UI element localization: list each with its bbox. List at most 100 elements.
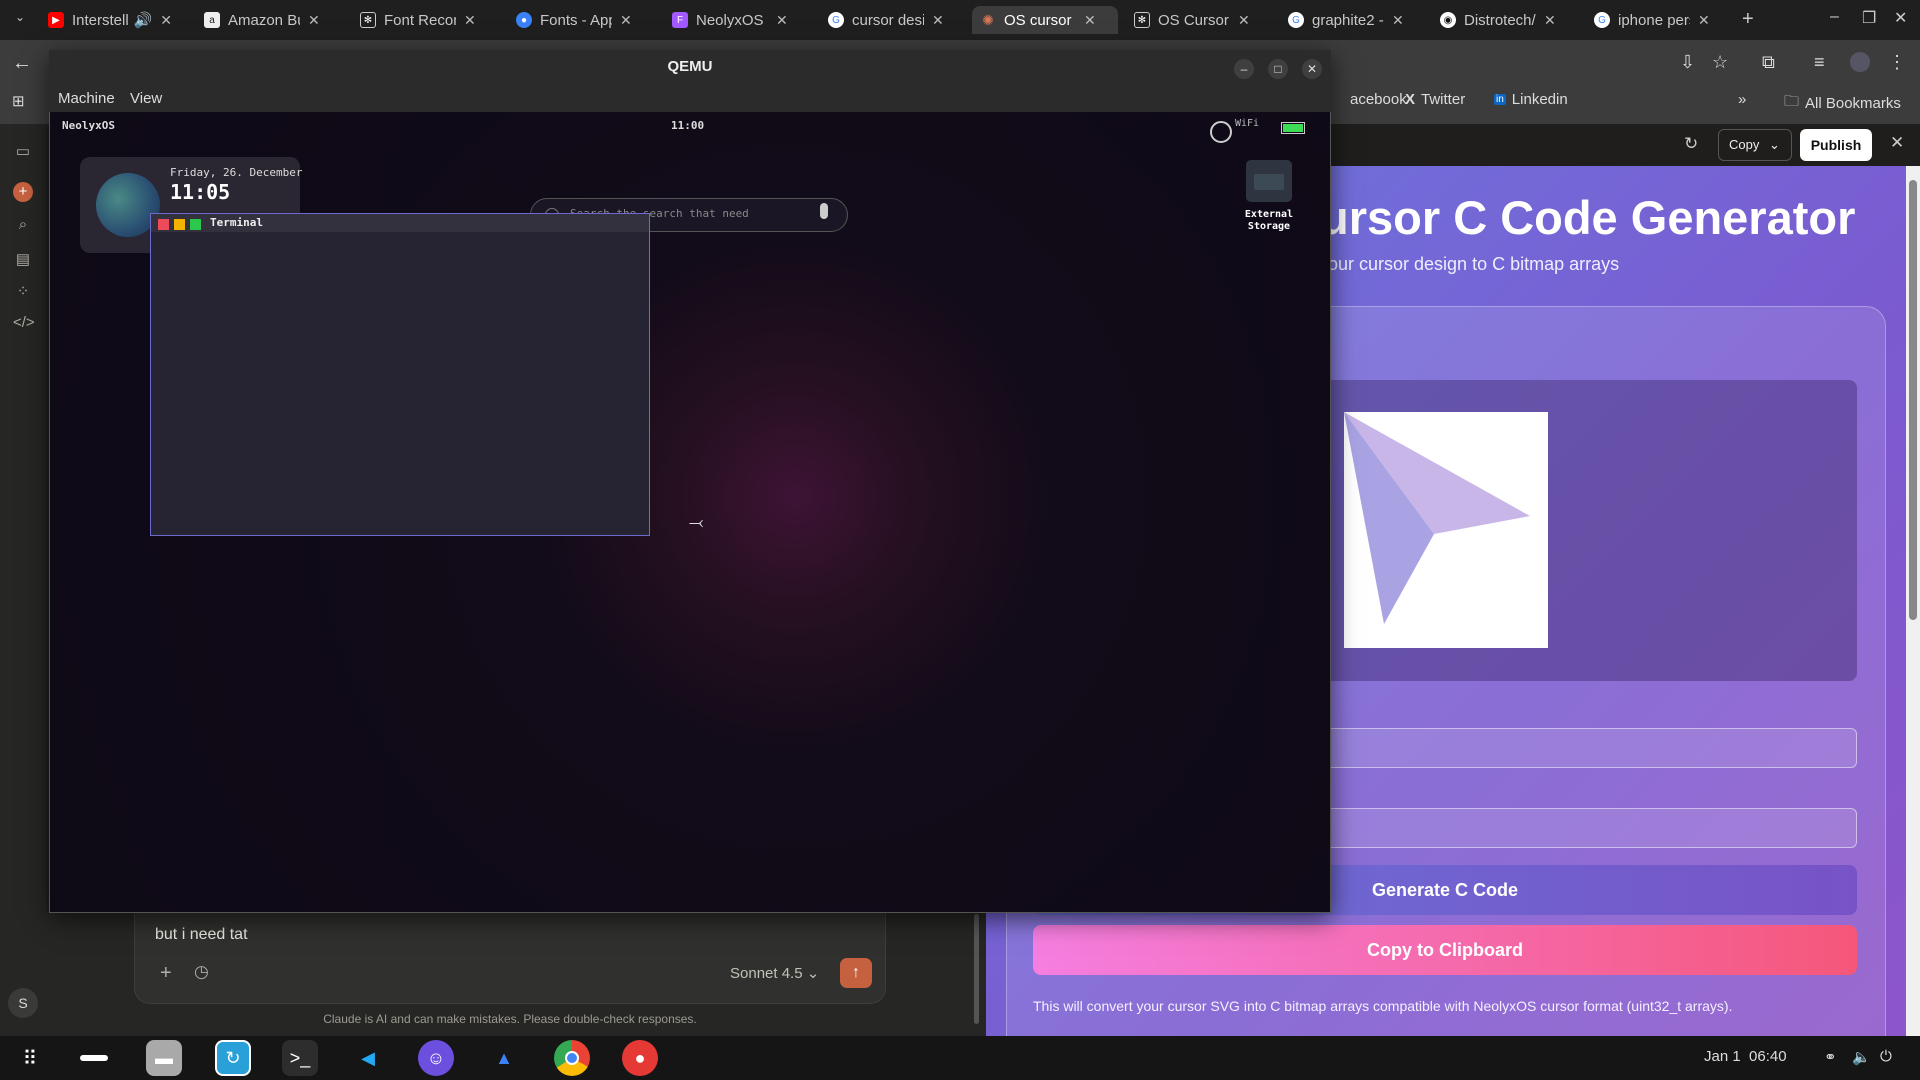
close-browser-icon[interactable]: ✕ xyxy=(1894,8,1907,28)
chrome-app-icon[interactable] xyxy=(554,1040,590,1076)
history-clock-icon[interactable]: ◷ xyxy=(194,962,209,982)
back-arrow-icon[interactable]: ← xyxy=(12,52,32,75)
minimize-browser-icon[interactable]: – xyxy=(1830,8,1839,26)
browser-menu-icon[interactable]: ⋮ xyxy=(1888,52,1906,73)
search-chats-icon[interactable]: ⌕ xyxy=(13,216,33,236)
files-app-icon[interactable]: ▬ xyxy=(146,1040,182,1076)
new-tab-plus-icon[interactable]: + xyxy=(1742,8,1754,31)
user-avatar[interactable]: S xyxy=(8,988,38,1018)
menu-view[interactable]: View xyxy=(130,90,162,107)
close-tab-icon[interactable]: ✕ xyxy=(932,12,944,29)
taskbar-clock[interactable]: Jan 1 06:40 xyxy=(1704,1048,1787,1065)
model-selector[interactable]: Sonnet 4.5 ⌄ xyxy=(730,964,819,982)
tab-interstellar[interactable]: ▶ Interstell 🔊 ✕ xyxy=(40,6,180,34)
restore-browser-icon[interactable]: ❐ xyxy=(1862,8,1876,28)
artifact-scrollbar-thumb[interactable] xyxy=(1909,180,1917,620)
folder-icon: 🗀 xyxy=(1784,93,1800,110)
tab-cursor-design[interactable]: Gcursor desig✕ xyxy=(820,6,960,34)
terminal-window[interactable] xyxy=(150,213,650,536)
tab-list-chevron-icon[interactable]: ⌄ xyxy=(10,10,30,30)
chat-scrollbar[interactable] xyxy=(974,914,979,1024)
cursor-arrow-icon xyxy=(1344,412,1530,624)
terminal-app-icon[interactable]: >_ xyxy=(282,1040,318,1076)
projects-icon[interactable]: ▤ xyxy=(13,250,33,270)
sync-app-icon[interactable]: ↻ xyxy=(215,1040,251,1076)
close-tab-icon[interactable]: ✕ xyxy=(1698,12,1710,29)
tab-os-cursor-design-active[interactable]: ✺OS cursor d✕ xyxy=(972,6,1118,34)
sidebar-toggle-icon[interactable]: ▭ xyxy=(13,142,33,162)
linkedin-icon: in xyxy=(1494,94,1506,105)
vscode-app-icon[interactable]: ◀ xyxy=(350,1040,386,1076)
close-tab-icon[interactable]: ✕ xyxy=(308,12,320,29)
terminal-minimize-icon[interactable] xyxy=(174,219,185,230)
close-artifact-icon[interactable]: ✕ xyxy=(1890,133,1904,153)
publish-button[interactable]: Publish xyxy=(1800,129,1872,161)
qemu-close-icon[interactable]: ✕ xyxy=(1302,59,1322,79)
bookmark-star-icon[interactable]: ☆ xyxy=(1712,52,1728,73)
terminal-maximize-icon[interactable] xyxy=(190,219,201,230)
claude-side-rail: ▭ + ⌕ ▤ ⁘ </> xyxy=(0,124,46,1036)
mouse-pointer-icon: ⤙ xyxy=(689,512,704,532)
bookmark-facebook[interactable]: acebook xyxy=(1350,91,1407,108)
app-launcher-grid-icon[interactable]: ⠿ xyxy=(12,1040,48,1076)
close-tab-icon[interactable]: ✕ xyxy=(1544,12,1556,29)
tab-fonts-apple[interactable]: ●Fonts - Appl✕ xyxy=(508,6,648,34)
tab-os-cursor-svg[interactable]: ✻OS Cursor S✕ xyxy=(1126,6,1266,34)
x-logo-icon: X xyxy=(1405,91,1416,108)
bookmark-linkedin[interactable]: in Linkedin xyxy=(1494,91,1568,108)
tab-font-recommendation[interactable]: ✻Font Recom✕ xyxy=(352,6,492,34)
cursor-preview-canvas xyxy=(1344,412,1548,648)
power-icon[interactable]: ⏻ xyxy=(1880,1048,1892,1065)
tab-neolyxos-figma[interactable]: FNeolyxOS - I✕ xyxy=(664,6,804,34)
menu-machine[interactable]: Machine xyxy=(58,90,115,107)
close-tab-icon[interactable]: ✕ xyxy=(620,12,632,29)
terminal-title: Terminal xyxy=(210,216,263,229)
mute-icon[interactable]: 🔊 xyxy=(134,11,153,29)
qemu-maximize-icon[interactable]: □ xyxy=(1268,59,1288,79)
bookmark-twitter[interactable]: X Twitter xyxy=(1405,91,1465,108)
attach-plus-icon[interactable]: + xyxy=(160,962,172,985)
google-icon: G xyxy=(828,12,844,28)
chevron-down-icon[interactable]: ⌄ xyxy=(1769,130,1780,160)
battery-icon xyxy=(1281,122,1305,134)
arch-app-icon[interactable]: ▲ xyxy=(486,1040,522,1076)
copy-to-clipboard-button[interactable]: Copy to Clipboard xyxy=(1033,925,1857,975)
close-tab-icon[interactable]: ✕ xyxy=(1084,12,1096,29)
ai-disclaimer: Claude is AI and can make mistakes. Plea… xyxy=(323,1012,697,1026)
microphone-icon[interactable] xyxy=(820,203,828,219)
send-arrow-button[interactable]: ↑ xyxy=(840,958,872,988)
os-menubar-clock: 11:00 xyxy=(671,119,705,132)
tab-graphite2[interactable]: Ggraphite2 - ✕ xyxy=(1280,6,1420,34)
artifact-title: ursor C Code Generator xyxy=(1320,191,1856,244)
close-tab-icon[interactable]: ✕ xyxy=(776,12,788,29)
volume-icon[interactable]: 🔈 xyxy=(1852,1048,1871,1066)
install-app-icon[interactable]: ⇩ xyxy=(1680,52,1695,73)
discord-style-app-icon[interactable]: ☺ xyxy=(418,1040,454,1076)
bookmarks-overflow-icon[interactable]: » xyxy=(1738,91,1746,108)
all-bookmarks[interactable]: 🗀 All Bookmarks xyxy=(1784,91,1901,116)
artifacts-grid-icon[interactable]: ⁘ xyxy=(13,282,33,302)
new-chat-plus-icon[interactable]: + xyxy=(13,182,33,202)
close-tab-icon[interactable]: ✕ xyxy=(160,12,172,29)
profile-avatar-icon[interactable] xyxy=(1850,52,1870,72)
refresh-icon[interactable]: ↻ xyxy=(1684,134,1698,154)
extensions-puzzle-icon[interactable]: ⧉ xyxy=(1762,52,1775,73)
close-tab-icon[interactable]: ✕ xyxy=(1392,12,1404,29)
terminal-close-icon[interactable] xyxy=(158,219,169,230)
wifi-icon[interactable] xyxy=(1210,121,1232,143)
close-tab-icon[interactable]: ✕ xyxy=(1238,12,1250,29)
apps-grid-icon[interactable]: ⊞ xyxy=(12,92,25,110)
qemu-window-title: QEMU xyxy=(667,58,713,75)
code-brackets-icon[interactable]: </> xyxy=(13,314,35,334)
qemu-minimize-icon[interactable]: – xyxy=(1234,59,1254,79)
raspberry-app-icon[interactable]: ● xyxy=(622,1040,658,1076)
close-tab-icon[interactable]: ✕ xyxy=(464,12,476,29)
chat-input-text[interactable]: but i need tat xyxy=(155,926,248,944)
workspace-indicator-icon[interactable] xyxy=(72,1040,116,1076)
tab-iphone-personal[interactable]: Giphone pers ✕ xyxy=(1586,6,1726,34)
copy-artifact-button[interactable]: Copy ⌄ xyxy=(1718,129,1792,161)
tab-amazon[interactable]: aAmazon Bus✕ xyxy=(196,6,336,34)
network-icon[interactable]: ⚭ xyxy=(1824,1048,1837,1066)
media-controls-icon[interactable]: ≡ xyxy=(1814,52,1825,73)
tab-distrotech-github[interactable]: ◉ Distrotech/✕ xyxy=(1432,6,1572,34)
